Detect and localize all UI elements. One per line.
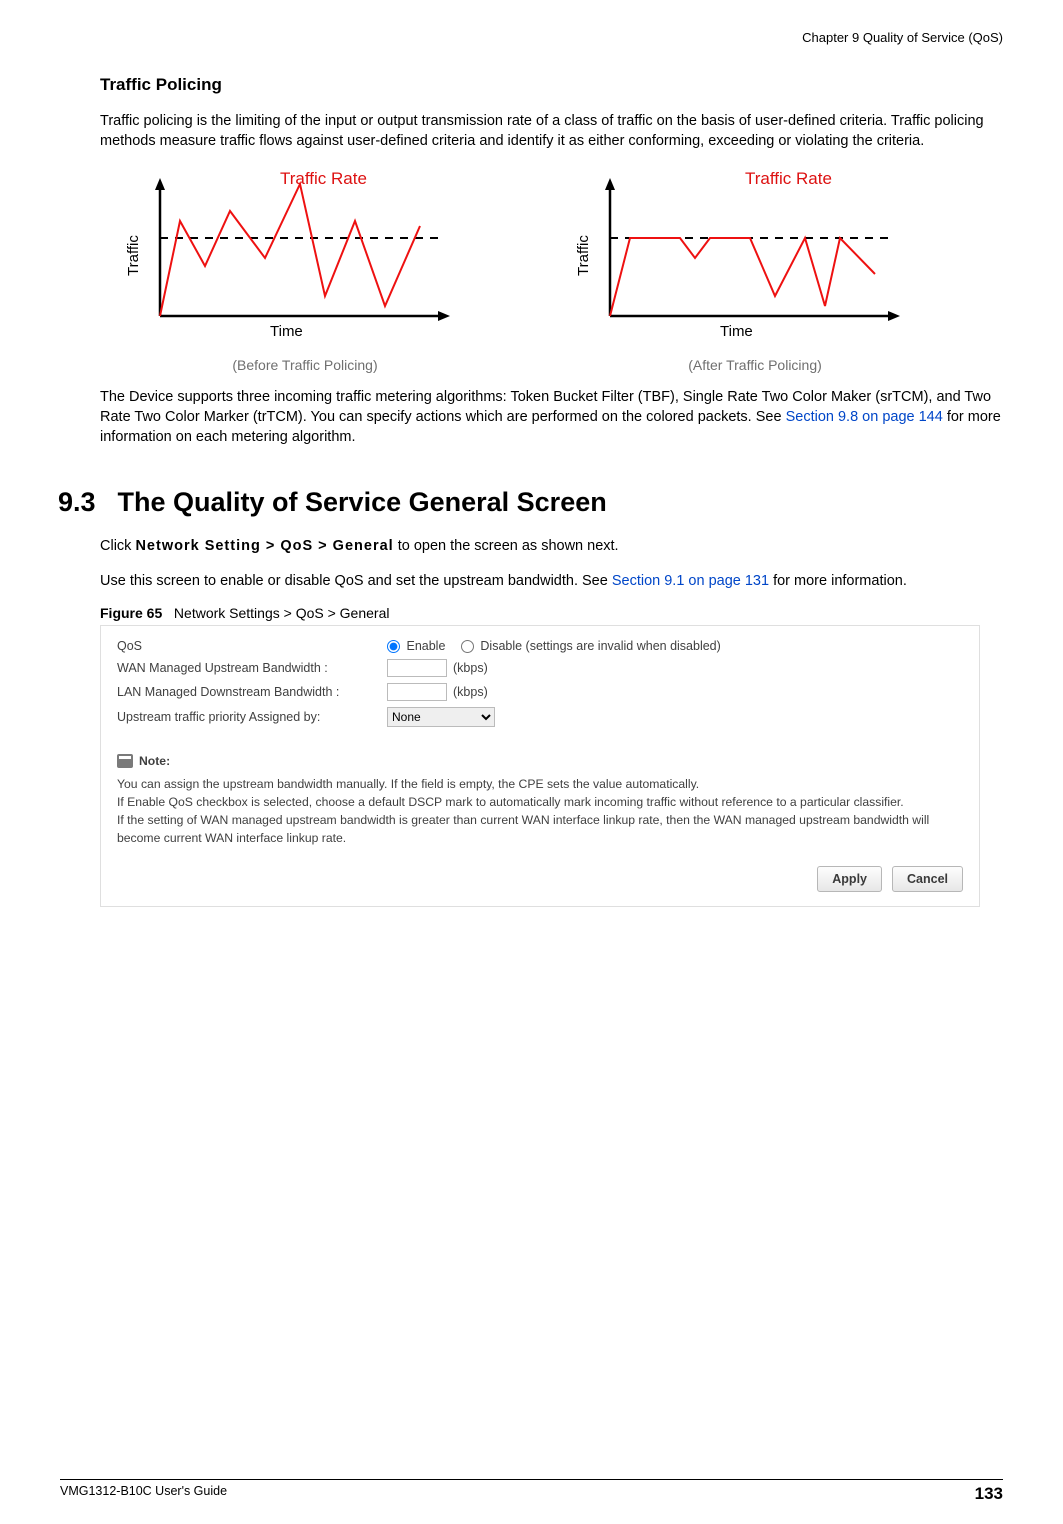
- paragraph: Use this screen to enable or disable QoS…: [100, 571, 1003, 591]
- note-box: Note: You can assign the upstream bandwi…: [117, 752, 963, 847]
- label-qos: QoS: [117, 639, 387, 653]
- unit-kbps: (kbps): [453, 685, 488, 699]
- note-icon: [117, 754, 133, 768]
- note-line: If Enable QoS checkbox is selected, choo…: [117, 793, 963, 811]
- cancel-button[interactable]: Cancel: [892, 866, 963, 892]
- qos-general-form: QoS Enable Disable (settings are invalid…: [100, 625, 980, 907]
- section-title-traffic-policing: Traffic Policing: [100, 75, 1003, 95]
- input-wan-bw[interactable]: [387, 659, 447, 677]
- heading-9-3: 9.3 The Quality of Service General Scree…: [58, 487, 1003, 518]
- chart-before: Traffic Time Traffic Rate: [100, 166, 510, 346]
- unit-kbps: (kbps): [453, 661, 488, 675]
- figure-label: Figure 65 Network Settings > QoS > Gener…: [100, 605, 1003, 621]
- axis-y-label: Traffic: [575, 234, 592, 275]
- traffic-policing-diagrams: Traffic Time Traffic Rate (Before Traffi…: [100, 166, 1003, 373]
- axis-y-label: Traffic: [125, 234, 142, 275]
- threshold-label: Traffic Rate: [280, 169, 367, 188]
- chart-caption-after: (After Traffic Policing): [550, 357, 960, 373]
- radio-enable[interactable]: Enable: [387, 639, 445, 653]
- input-lan-bw[interactable]: [387, 683, 447, 701]
- note-title: Note:: [139, 752, 170, 770]
- note-line: If the setting of WAN managed upstream b…: [117, 811, 963, 848]
- apply-button[interactable]: Apply: [817, 866, 882, 892]
- radio-disable[interactable]: Disable (settings are invalid when disab…: [461, 639, 721, 653]
- axis-x-label: Time: [720, 323, 753, 340]
- label-lan-bw: LAN Managed Downstream Bandwidth :: [117, 685, 387, 699]
- threshold-label: Traffic Rate: [745, 169, 832, 188]
- chart-caption-before: (Before Traffic Policing): [100, 357, 510, 373]
- label-upstream-priority: Upstream traffic priority Assigned by:: [117, 710, 387, 724]
- note-line: You can assign the upstream bandwidth ma…: [117, 775, 963, 793]
- select-upstream-priority[interactable]: None: [387, 707, 495, 727]
- chapter-header: Chapter 9 Quality of Service (QoS): [100, 30, 1003, 45]
- label-wan-bw: WAN Managed Upstream Bandwidth :: [117, 661, 387, 675]
- link-section-9-8[interactable]: Section 9.8 on page 144: [786, 409, 943, 425]
- paragraph: The Device supports three incoming traff…: [100, 387, 1003, 448]
- paragraph: Traffic policing is the limiting of the …: [100, 111, 1003, 152]
- axis-x-label: Time: [270, 323, 303, 340]
- footer-guide: VMG1312-B10C User's Guide: [60, 1484, 227, 1504]
- paragraph: Click Network Setting > QoS > General to…: [100, 536, 1003, 556]
- page-number: 133: [975, 1484, 1003, 1504]
- link-section-9-1[interactable]: Section 9.1 on page 131: [612, 573, 769, 589]
- chart-after: Traffic Time Traffic Rate: [550, 166, 960, 346]
- nav-path: Network Setting > QoS > General: [135, 538, 393, 554]
